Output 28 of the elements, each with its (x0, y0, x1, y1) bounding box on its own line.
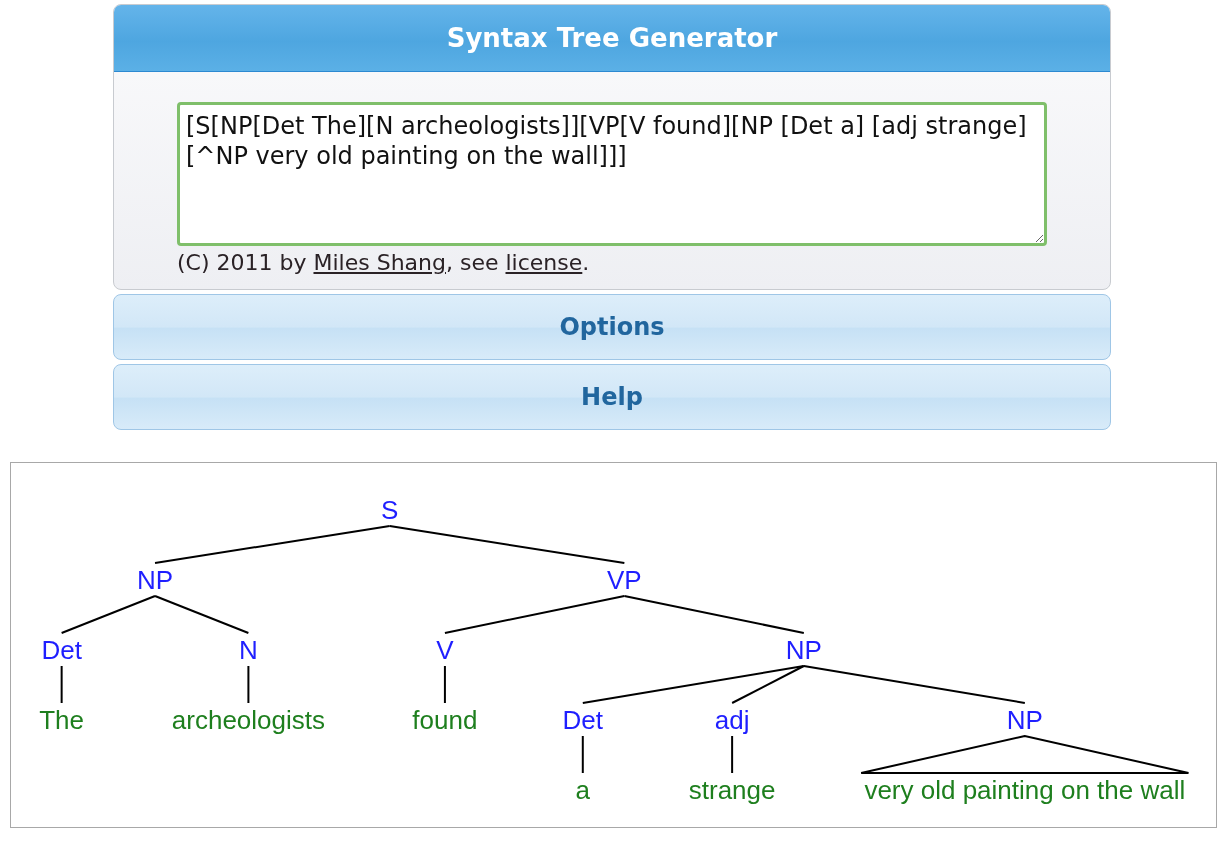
category-label: V (436, 635, 454, 665)
branch-line (443, 665, 446, 704)
category-label: N (239, 635, 258, 665)
category-label: Det (562, 705, 604, 735)
copyright-text: (C) 2011 by Miles Shang, see license. (177, 250, 591, 275)
accordion-header[interactable]: Help (113, 364, 1111, 430)
branch-line (247, 665, 250, 704)
word-label: strange (688, 775, 776, 805)
accordion-header[interactable]: Options (113, 294, 1111, 360)
branch-line (60, 665, 63, 704)
word-label: archeologists (171, 705, 325, 735)
category-label: NP (136, 565, 174, 595)
bracket-input-field[interactable]: [S[NP[Det The][N archeologists]][VP[V found][NP [Det a] [adj strange][^NP very old painting on the wall]]] (177, 102, 1047, 246)
category-label: NP (785, 635, 822, 665)
panel-title: Syntax Tree Generator (446, 23, 778, 53)
category-label: VP (607, 565, 642, 595)
license-link[interactable]: license (505, 250, 583, 275)
author-link[interactable]: Miles Shang (313, 250, 446, 275)
category-label: NP (1006, 705, 1043, 735)
branch-line (731, 735, 734, 774)
category-label: S (381, 495, 399, 525)
word-label: found (412, 705, 478, 735)
category-label: adj (714, 705, 750, 735)
branch-line (581, 735, 584, 774)
word-label: a (575, 775, 591, 805)
word-label: very old painting on the wall (864, 775, 1186, 805)
category-label: Det (41, 635, 82, 665)
word-label: The (39, 705, 85, 735)
